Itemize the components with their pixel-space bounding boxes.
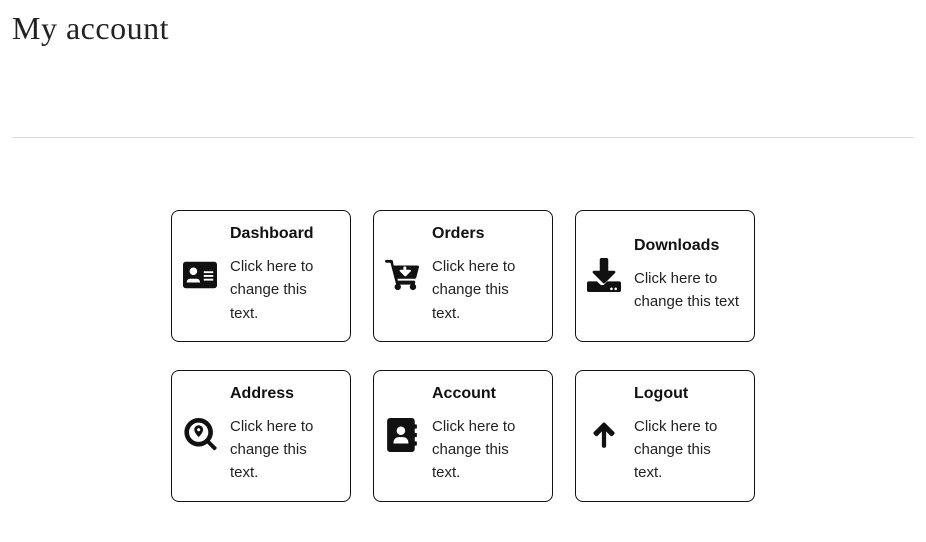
logout-title: Logout bbox=[634, 385, 740, 403]
search-location-icon bbox=[182, 417, 218, 453]
address-book-icon bbox=[384, 417, 420, 453]
download-icon bbox=[586, 257, 622, 293]
account-text: Click here to change this text. bbox=[432, 415, 538, 485]
address-card[interactable]: Address Click here to change this text. bbox=[171, 370, 351, 502]
arrow-up-icon bbox=[586, 417, 622, 453]
cart-arrow-down-icon bbox=[384, 257, 420, 293]
dashboard-card[interactable]: Dashboard Click here to change this text… bbox=[171, 210, 351, 342]
address-text: Click here to change this text. bbox=[230, 415, 336, 485]
address-title: Address bbox=[230, 385, 336, 403]
account-card[interactable]: Account Click here to change this text. bbox=[373, 370, 553, 502]
orders-title: Orders bbox=[432, 225, 538, 243]
logout-text: Click here to change this text. bbox=[634, 415, 740, 485]
account-title: Account bbox=[432, 385, 538, 403]
page-title: My account bbox=[12, 10, 914, 47]
orders-text: Click here to change this text. bbox=[432, 255, 538, 325]
downloads-text: Click here to change this text bbox=[634, 267, 740, 314]
downloads-title: Downloads bbox=[634, 237, 740, 255]
account-cards-grid: Dashboard Click here to change this text… bbox=[12, 210, 914, 502]
orders-card[interactable]: Orders Click here to change this text. bbox=[373, 210, 553, 342]
dashboard-text: Click here to change this text. bbox=[230, 255, 336, 325]
logout-card[interactable]: Logout Click here to change this text. bbox=[575, 370, 755, 502]
downloads-card[interactable]: Downloads Click here to change this text bbox=[575, 210, 755, 342]
dashboard-title: Dashboard bbox=[230, 225, 336, 243]
divider bbox=[12, 137, 914, 138]
id-card-icon bbox=[182, 257, 218, 293]
